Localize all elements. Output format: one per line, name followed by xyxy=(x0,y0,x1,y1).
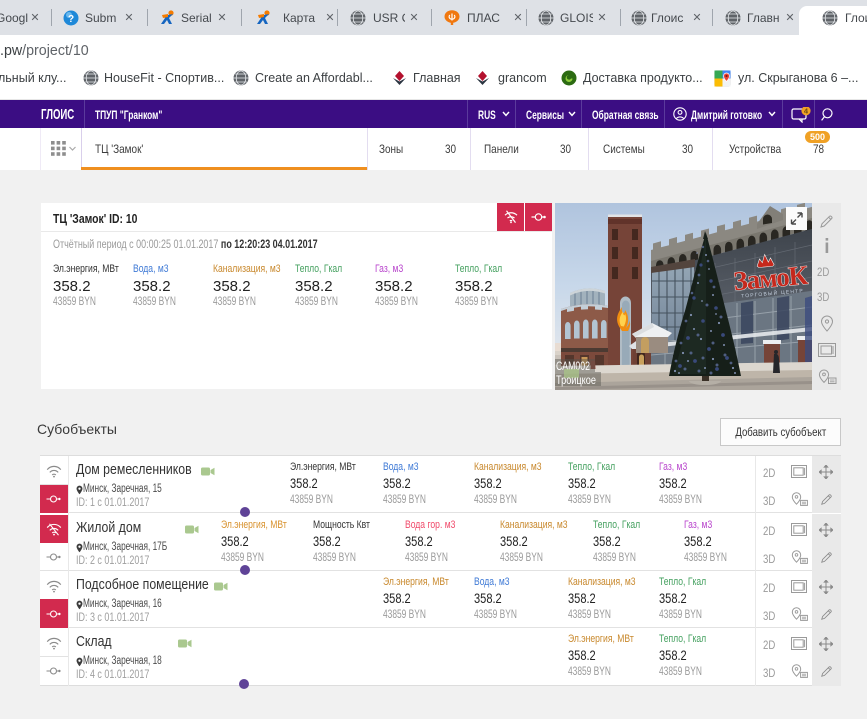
svg-text:Троицкое: Троицкое xyxy=(556,375,596,387)
svg-text:?: ? xyxy=(68,14,74,25)
